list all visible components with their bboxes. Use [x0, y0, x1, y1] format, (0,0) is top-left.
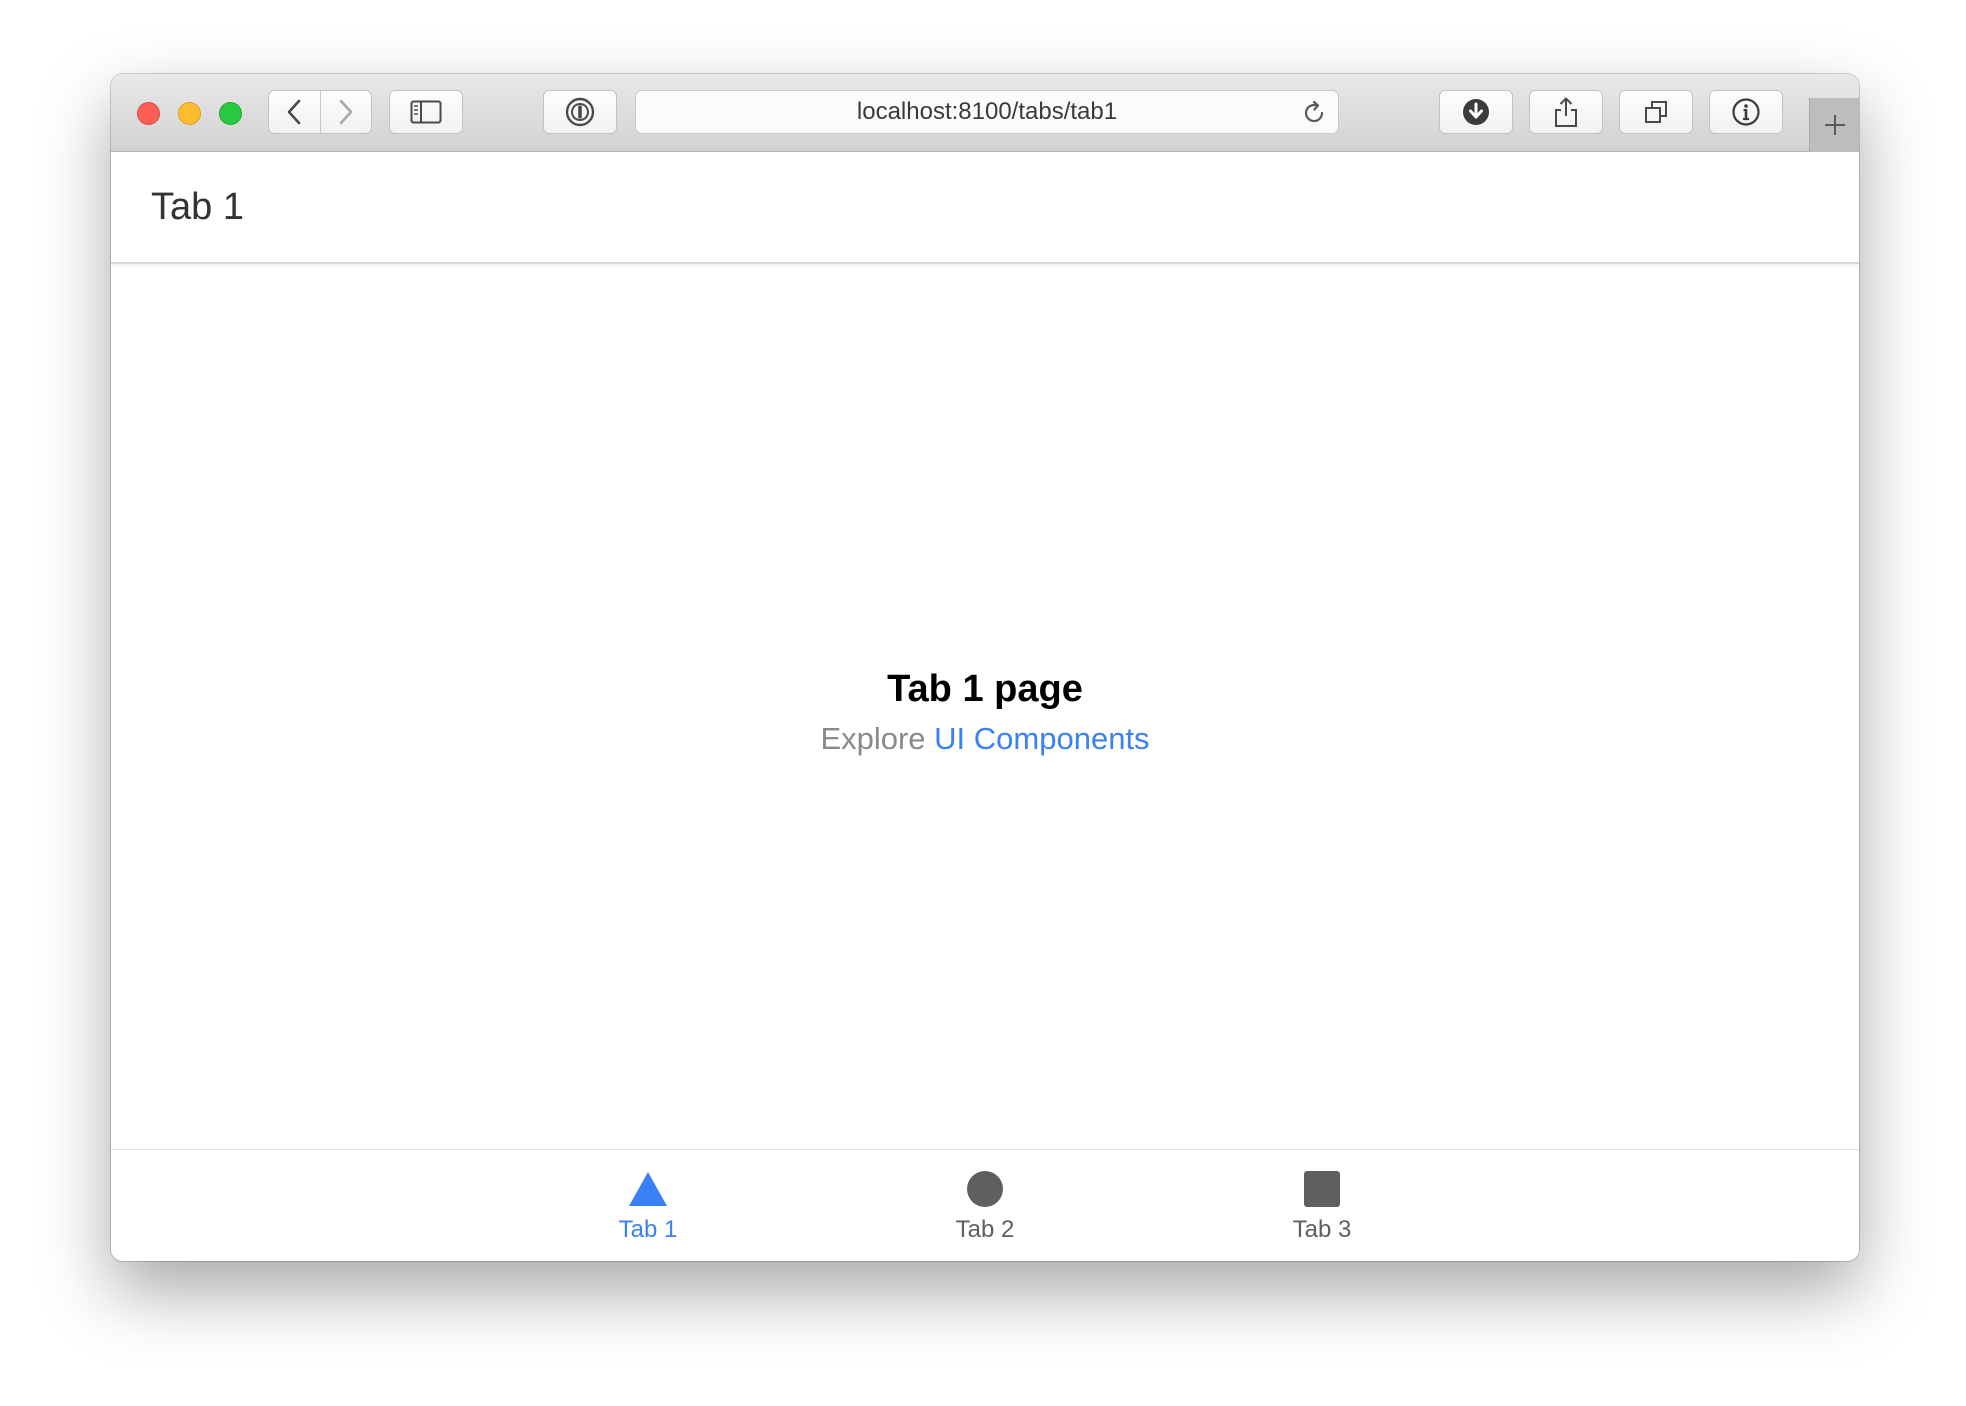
minimize-window-button[interactable]	[178, 102, 201, 125]
maximize-window-button[interactable]	[219, 102, 242, 125]
content-heading: Tab 1 page	[887, 667, 1083, 710]
tab-button-tab2[interactable]: Tab 2	[885, 1170, 1085, 1250]
back-button[interactable]	[269, 91, 320, 133]
navigation-buttons	[268, 90, 372, 134]
reload-icon[interactable]	[1300, 99, 1328, 127]
app-header: Tab 1	[111, 152, 1859, 264]
plus-icon	[1824, 115, 1845, 135]
info-icon	[1732, 98, 1760, 126]
show-tabs-button[interactable]	[1619, 90, 1693, 134]
page-content: Tab 1 page Explore UI Components	[111, 264, 1859, 1150]
browser-window: localhost:8100/tabs/tab1 Tab 1 Tab 1 pag…	[111, 74, 1859, 1261]
sidebar-button[interactable]	[389, 90, 463, 134]
ellipse-icon	[967, 1171, 1003, 1207]
new-tab-button[interactable]	[1809, 98, 1859, 152]
browser-toolbar: localhost:8100/tabs/tab1	[111, 74, 1859, 152]
tab-label: Tab 2	[955, 1216, 1015, 1243]
tabs-overview-icon	[1645, 101, 1667, 123]
explore-prefix: Explore	[820, 720, 926, 756]
square-icon	[1304, 1171, 1340, 1207]
page-title: Tab 1	[151, 185, 244, 228]
download-icon	[1463, 99, 1489, 125]
chevron-right-icon	[339, 99, 353, 125]
ui-components-link[interactable]: UI Components	[934, 721, 1149, 756]
info-button[interactable]	[1709, 90, 1783, 134]
tab-button-tab1[interactable]: Tab 1	[548, 1170, 748, 1250]
address-bar[interactable]: localhost:8100/tabs/tab1	[635, 90, 1339, 134]
password-manager-icon	[565, 97, 595, 127]
forward-button[interactable]	[319, 91, 371, 133]
close-window-button[interactable]	[137, 102, 160, 125]
triangle-icon	[629, 1172, 667, 1206]
chevron-left-icon	[288, 99, 301, 125]
tab-label: Tab 1	[618, 1216, 678, 1243]
share-button[interactable]	[1529, 90, 1603, 134]
password-manager-button[interactable]	[543, 90, 617, 134]
explore-text: Explore UI Components	[820, 721, 1149, 757]
url-text: localhost:8100/tabs/tab1	[856, 98, 1118, 125]
sidebar-icon	[410, 100, 442, 124]
tab-button-tab3[interactable]: Tab 3	[1222, 1170, 1422, 1250]
tab-bar: Tab 1 Tab 2 Tab 3	[111, 1149, 1859, 1261]
downloads-button[interactable]	[1439, 90, 1513, 134]
tab-label: Tab 3	[1292, 1216, 1352, 1243]
share-icon	[1555, 97, 1577, 127]
